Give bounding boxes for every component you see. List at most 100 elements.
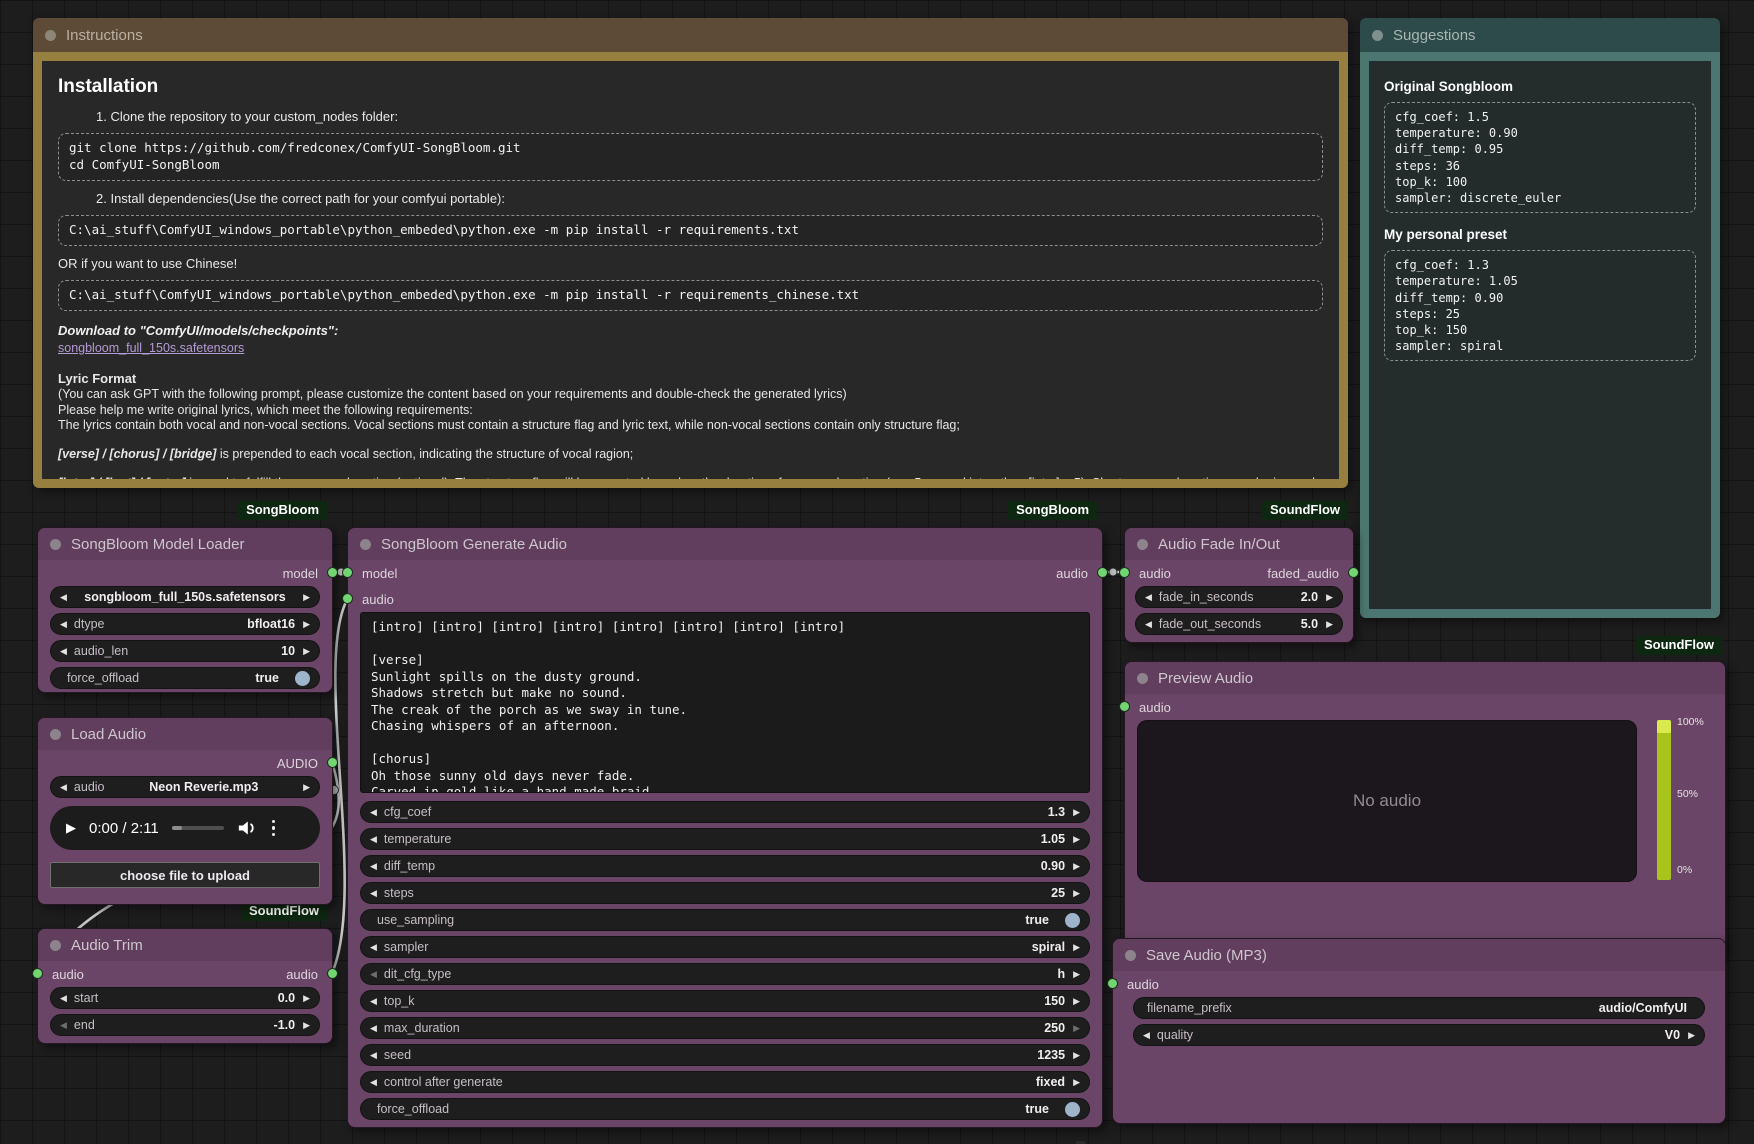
toggle-knob-icon[interactable] bbox=[1065, 1102, 1080, 1117]
decrement-arrow-icon[interactable]: ◀ bbox=[60, 620, 67, 629]
increment-arrow-icon[interactable]: ▶ bbox=[1073, 1078, 1080, 1087]
volume-icon[interactable] bbox=[237, 819, 257, 837]
widget-fade_out_seconds[interactable]: ◀ fade_out_seconds 5.0 ▶ bbox=[1135, 613, 1343, 635]
increment-arrow-icon[interactable]: ▶ bbox=[1688, 1031, 1695, 1040]
widget-cfg_coef[interactable]: ◀ cfg_coef 1.3 ▶ bbox=[360, 801, 1090, 823]
decrement-arrow-icon[interactable]: ◀ bbox=[370, 1078, 377, 1087]
toggle-knob-icon[interactable] bbox=[1065, 913, 1080, 928]
decrement-arrow-icon[interactable]: ◀ bbox=[60, 994, 67, 1003]
node-titlebar[interactable]: Save Audio (MP3) bbox=[1113, 939, 1725, 971]
output-port-faded-audio[interactable] bbox=[1348, 567, 1359, 578]
collapse-dot-icon[interactable] bbox=[45, 30, 56, 41]
instructions-panel-titlebar[interactable]: Instructions bbox=[33, 18, 1348, 52]
decrement-arrow-icon[interactable]: ◀ bbox=[1145, 593, 1152, 602]
increment-arrow-icon[interactable]: ▶ bbox=[303, 647, 310, 656]
widget-seed[interactable]: ◀ seed 1235 ▶ bbox=[360, 1044, 1090, 1066]
node-graph-canvas[interactable]: Instructions Installation 1. Clone the r… bbox=[0, 0, 1754, 1144]
widget-force_offload-toggle[interactable]: force_offload true bbox=[360, 1098, 1090, 1120]
widget-dit_cfg_type[interactable]: ◀ dit_cfg_type h ▶ bbox=[360, 963, 1090, 985]
node-audio-trim[interactable]: Audio Trim audio audio ◀ start 0.0 ▶ ◀ e… bbox=[37, 928, 333, 1044]
widget-filename_prefix[interactable]: filename_prefix audio/ComfyUI bbox=[1133, 997, 1705, 1019]
decrement-arrow-icon[interactable]: ◀ bbox=[1143, 1031, 1150, 1040]
node-titlebar[interactable]: Load Audio bbox=[38, 718, 332, 750]
widget-start[interactable]: ◀ start 0.0 ▶ bbox=[50, 987, 320, 1009]
output-port-audio[interactable] bbox=[327, 968, 338, 979]
volume-slider[interactable] bbox=[1657, 720, 1671, 880]
node-titlebar[interactable]: Audio Trim bbox=[38, 929, 332, 961]
widget-fade_in_seconds[interactable]: ◀ fade_in_seconds 2.0 ▶ bbox=[1135, 586, 1343, 608]
player-seekbar[interactable] bbox=[172, 826, 224, 830]
input-port-audio[interactable] bbox=[1119, 567, 1130, 578]
increment-arrow-icon[interactable]: ▶ bbox=[1073, 943, 1080, 952]
widget-force_offload-toggle[interactable]: force_offload true bbox=[50, 667, 320, 689]
increment-arrow-icon[interactable]: ▶ bbox=[1073, 835, 1080, 844]
increment-arrow-icon[interactable]: ▶ bbox=[1073, 1051, 1080, 1060]
decrement-arrow-icon[interactable]: ◀ bbox=[370, 943, 377, 952]
increment-arrow-icon[interactable]: ▶ bbox=[1073, 889, 1080, 898]
node-songbloom-model-loader[interactable]: SongBloom Model Loader model ◀ songbloom… bbox=[37, 527, 333, 693]
suggestions-panel-titlebar[interactable]: Suggestions bbox=[1360, 18, 1720, 52]
input-port-model[interactable] bbox=[342, 567, 353, 578]
node-songbloom-generate-audio[interactable]: SongBloom Generate Audio model audio aud… bbox=[347, 527, 1103, 1128]
increment-arrow-icon[interactable]: ▶ bbox=[1326, 593, 1333, 602]
node-audio-fade[interactable]: Audio Fade In/Out audio faded_audio ◀ fa… bbox=[1124, 527, 1354, 643]
widget-end[interactable]: ◀ end -1.0 ▶ bbox=[50, 1014, 320, 1036]
decrement-arrow-icon[interactable]: ◀ bbox=[370, 835, 377, 844]
node-titlebar[interactable]: Audio Fade In/Out bbox=[1125, 528, 1353, 560]
choose-file-button[interactable]: choose file to upload bbox=[50, 862, 320, 888]
input-port-audio[interactable] bbox=[1107, 978, 1118, 989]
output-port-model[interactable] bbox=[327, 567, 338, 578]
increment-arrow-icon[interactable]: ▶ bbox=[1326, 620, 1333, 629]
increment-arrow-icon[interactable]: ▶ bbox=[1073, 1024, 1080, 1033]
collapse-dot-icon[interactable] bbox=[50, 539, 61, 550]
increment-arrow-icon[interactable]: ▶ bbox=[1073, 808, 1080, 817]
decrement-arrow-icon[interactable]: ◀ bbox=[60, 783, 67, 792]
input-port-audio[interactable] bbox=[342, 593, 353, 604]
decrement-arrow-icon[interactable]: ◀ bbox=[370, 970, 377, 979]
increment-arrow-icon[interactable]: ▶ bbox=[303, 783, 310, 792]
collapse-dot-icon[interactable] bbox=[1125, 950, 1136, 961]
audio-player[interactable]: ▶ 0:00 / 2:11 bbox=[50, 806, 320, 850]
decrement-arrow-icon[interactable]: ◀ bbox=[60, 1021, 67, 1030]
lyrics-textarea[interactable]: [intro] [intro] [intro] [intro] [intro] … bbox=[360, 612, 1090, 793]
collapse-dot-icon[interactable] bbox=[1137, 673, 1148, 684]
increment-arrow-icon[interactable]: ▶ bbox=[303, 1021, 310, 1030]
decrement-arrow-icon[interactable]: ◀ bbox=[60, 647, 67, 656]
node-titlebar[interactable]: Preview Audio bbox=[1125, 662, 1725, 694]
collapse-dot-icon[interactable] bbox=[360, 539, 371, 550]
widget-dtype[interactable]: ◀ dtype bfloat16 ▶ bbox=[50, 613, 320, 635]
widget-audio_len[interactable]: ◀ audio_len 10 ▶ bbox=[50, 640, 320, 662]
node-titlebar[interactable]: SongBloom Model Loader bbox=[38, 528, 332, 560]
node-preview-audio[interactable]: Preview Audio audio No audio 100% 50% 0% bbox=[1124, 661, 1726, 951]
decrement-arrow-icon[interactable]: ◀ bbox=[370, 808, 377, 817]
widget-steps[interactable]: ◀ steps 25 ▶ bbox=[360, 882, 1090, 904]
widget-diff_temp[interactable]: ◀ diff_temp 0.90 ▶ bbox=[360, 855, 1090, 877]
widget-quality[interactable]: ◀ quality V0 ▶ bbox=[1133, 1024, 1705, 1046]
widget-max_duration[interactable]: ◀ max_duration 250 ▶ bbox=[360, 1017, 1090, 1039]
decrement-arrow-icon[interactable]: ◀ bbox=[370, 889, 377, 898]
node-save-audio-mp3[interactable]: Save Audio (MP3) audio filename_prefix a… bbox=[1112, 938, 1726, 1124]
input-port-audio[interactable] bbox=[1119, 701, 1130, 712]
toggle-knob-icon[interactable] bbox=[295, 671, 310, 686]
output-port-audio[interactable] bbox=[327, 757, 338, 768]
widget-top_k[interactable]: ◀ top_k 150 ▶ bbox=[360, 990, 1090, 1012]
model-download-link[interactable]: songbloom_full_150s.safetensors bbox=[58, 341, 244, 357]
instructions-panel[interactable]: Instructions Installation 1. Clone the r… bbox=[33, 18, 1348, 488]
widget-model-file[interactable]: ◀ songbloom_full_150s.safetensors ▶ bbox=[50, 586, 320, 608]
node-titlebar[interactable]: SongBloom Generate Audio bbox=[348, 528, 1102, 560]
play-button-icon[interactable]: ▶ bbox=[66, 820, 76, 836]
collapse-dot-icon[interactable] bbox=[50, 729, 61, 740]
node-load-audio[interactable]: Load Audio AUDIO ◀ audio Neon Reverie.mp… bbox=[37, 717, 333, 905]
decrement-arrow-icon[interactable]: ◀ bbox=[370, 997, 377, 1006]
collapse-dot-icon[interactable] bbox=[1372, 30, 1383, 41]
increment-arrow-icon[interactable]: ▶ bbox=[1073, 862, 1080, 871]
collapse-dot-icon[interactable] bbox=[50, 940, 61, 951]
increment-arrow-icon[interactable]: ▶ bbox=[303, 994, 310, 1003]
collapse-dot-icon[interactable] bbox=[1137, 539, 1148, 550]
decrement-arrow-icon[interactable]: ◀ bbox=[370, 1024, 377, 1033]
input-port-audio[interactable] bbox=[32, 968, 43, 979]
increment-arrow-icon[interactable]: ▶ bbox=[1073, 970, 1080, 979]
increment-arrow-icon[interactable]: ▶ bbox=[303, 620, 310, 629]
widget-use_sampling-toggle[interactable]: use_sampling true bbox=[360, 909, 1090, 931]
widget-audio-file[interactable]: ◀ audio Neon Reverie.mp3 ▶ bbox=[50, 776, 320, 798]
